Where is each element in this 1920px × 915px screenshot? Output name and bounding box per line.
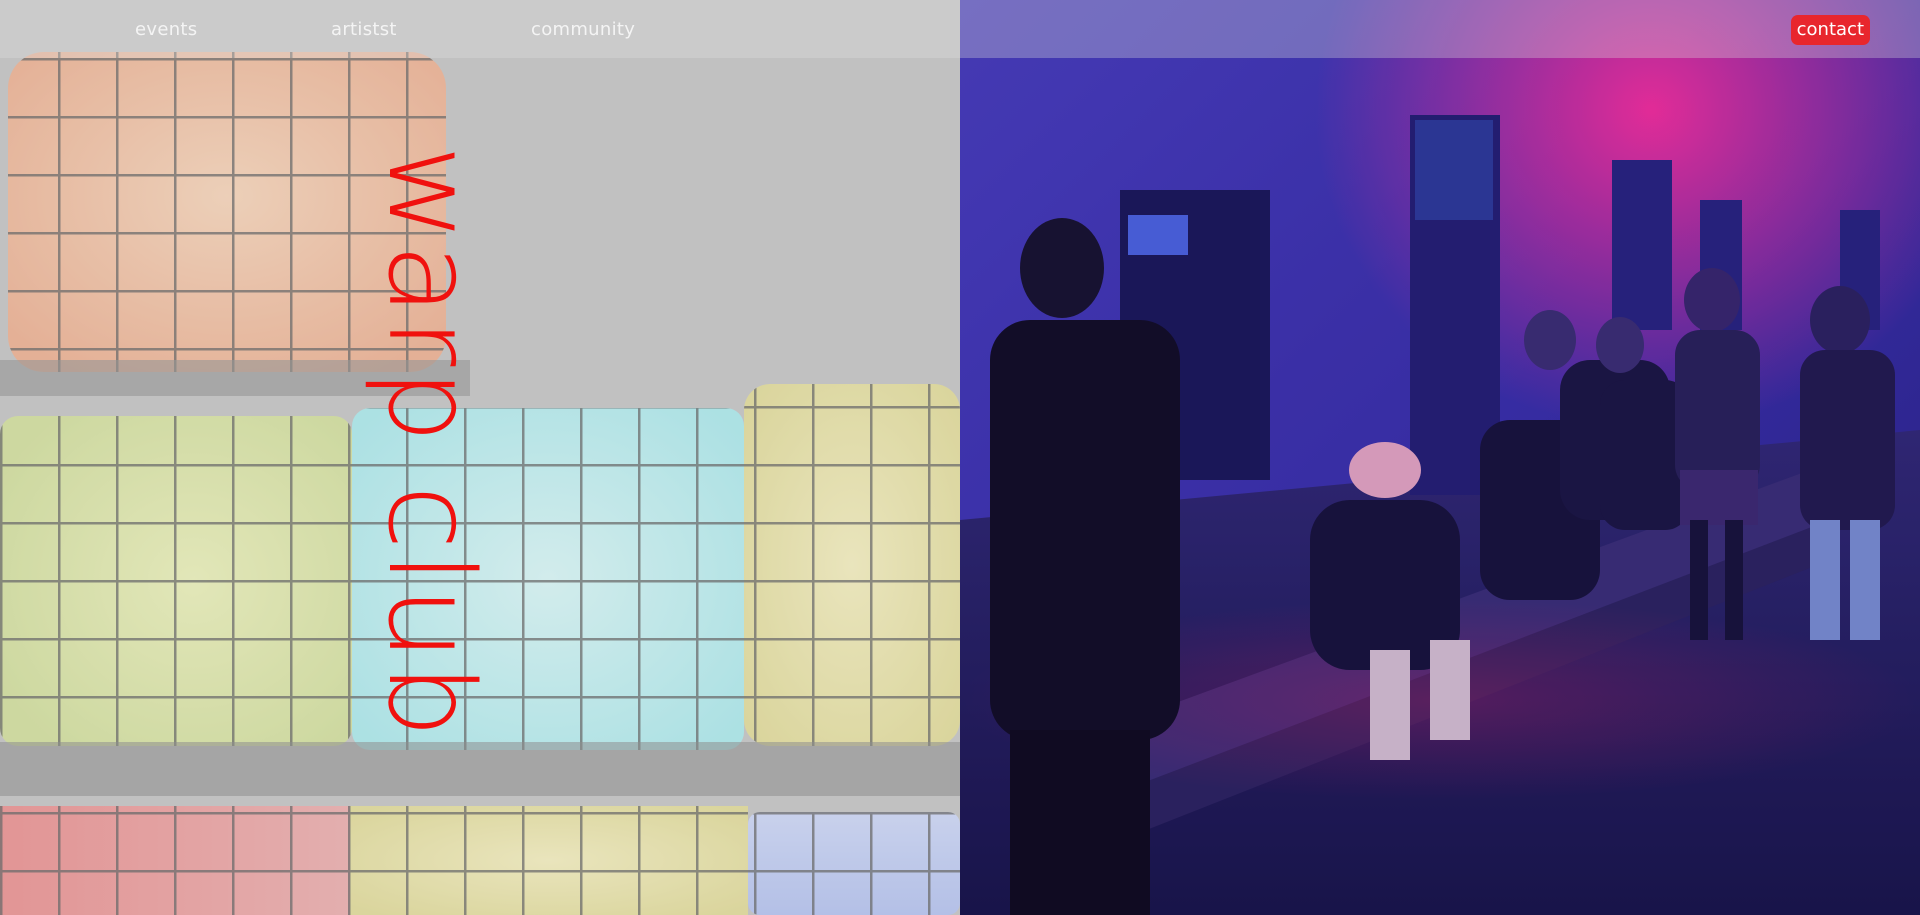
- night-crowd-photo: [960, 0, 1920, 915]
- nav-link-events[interactable]: events: [135, 19, 197, 40]
- top-navigation-bar: events artistst community contact: [0, 0, 1920, 58]
- nav-link-community[interactable]: community: [531, 19, 635, 40]
- hero-right-panel: [960, 0, 1920, 915]
- brand-title: warp club: [362, 145, 500, 741]
- contact-button[interactable]: contact: [1790, 15, 1870, 45]
- nav-link-artists[interactable]: artistst: [331, 19, 397, 40]
